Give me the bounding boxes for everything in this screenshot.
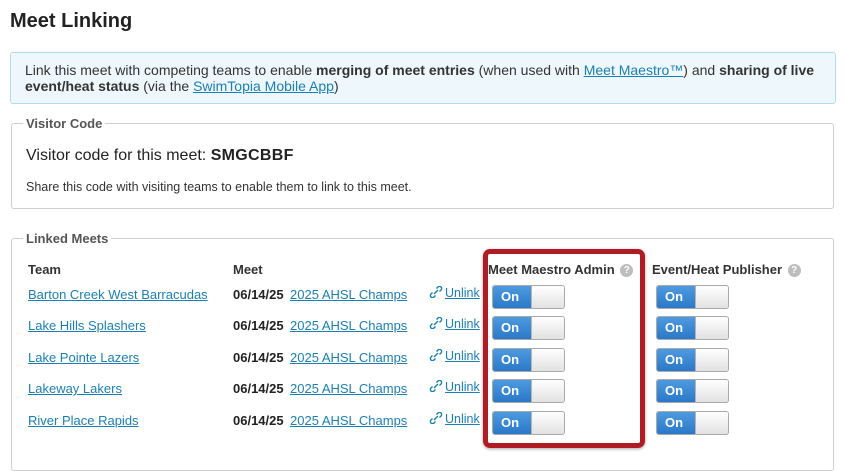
toggle-state: On: [493, 317, 531, 339]
chain-link-icon: [429, 286, 443, 298]
team-link[interactable]: Barton Creek West Barracudas: [28, 287, 208, 302]
publisher-toggle[interactable]: On: [656, 348, 729, 372]
unlink-label: Unlink: [445, 286, 480, 300]
column-header-mm-admin: Meet Maestro Admin ?: [488, 262, 634, 277]
toggle-state: On: [657, 380, 695, 402]
meet-date: 06/14/25: [233, 381, 284, 396]
info-text: (when used with: [474, 62, 584, 78]
publisher-header-label: Event/Heat Publisher: [652, 262, 783, 277]
toggle-knob: [531, 349, 564, 371]
unlink-label: Unlink: [445, 380, 480, 394]
table-row: Lake Hills Splashers 06/14/25 2025 AHSL …: [0, 316, 844, 344]
column-header-meet: Meet: [233, 262, 263, 277]
unlink-button[interactable]: Unlink: [429, 380, 482, 394]
mm-admin-toggle[interactable]: On: [492, 348, 565, 372]
info-text: Link this meet with competing teams to e…: [25, 62, 317, 78]
toggle-knob: [695, 317, 728, 339]
visitor-code-line: Visitor code for this meet: SMGCBBF: [26, 147, 294, 165]
toggle-state: On: [657, 349, 695, 371]
meet-maestro-link[interactable]: Meet Maestro™: [584, 62, 684, 78]
meet-link[interactable]: 2025 AHSL Champs: [290, 381, 407, 396]
mm-admin-header-label: Meet Maestro Admin: [488, 262, 615, 277]
swimtopia-app-link[interactable]: SwimTopia Mobile App: [193, 78, 334, 94]
meet-link[interactable]: 2025 AHSL Champs: [290, 350, 407, 365]
table-row: Lakeway Lakers 06/14/25 2025 AHSL Champs…: [0, 379, 844, 407]
meet-link[interactable]: 2025 AHSL Champs: [290, 318, 407, 333]
team-link[interactable]: Lake Pointe Lazers: [28, 350, 139, 365]
chain-link-icon: [429, 349, 443, 361]
info-banner: Link this meet with competing teams to e…: [10, 52, 836, 104]
meet-link[interactable]: 2025 AHSL Champs: [290, 413, 407, 428]
toggle-knob: [531, 412, 564, 434]
team-link[interactable]: Lakeway Lakers: [28, 381, 122, 396]
unlink-button[interactable]: Unlink: [429, 317, 482, 331]
chain-link-icon: [429, 380, 443, 392]
publisher-toggle[interactable]: On: [656, 285, 729, 309]
unlink-label: Unlink: [445, 412, 480, 426]
info-text: ) and: [683, 62, 720, 78]
publisher-toggle[interactable]: On: [656, 316, 729, 340]
unlink-button[interactable]: Unlink: [429, 412, 482, 426]
toggle-knob: [695, 286, 728, 308]
unlink-label: Unlink: [445, 349, 480, 363]
publisher-toggle[interactable]: On: [656, 411, 729, 435]
toggle-knob: [695, 349, 728, 371]
page-title: Meet Linking: [10, 10, 133, 32]
mm-admin-toggle[interactable]: On: [492, 316, 565, 340]
visitor-code-label: Visitor code for this meet:: [26, 147, 207, 164]
info-bold-merging: merging of meet entries: [316, 62, 475, 78]
chain-link-icon: [429, 412, 443, 424]
toggle-knob: [695, 380, 728, 402]
toggle-state: On: [657, 317, 695, 339]
toggle-knob: [531, 317, 564, 339]
toggle-knob: [531, 380, 564, 402]
table-row: Barton Creek West Barracudas 06/14/25 20…: [0, 285, 844, 313]
team-link[interactable]: River Place Rapids: [28, 413, 139, 428]
visitor-code-value: SMGCBBF: [210, 147, 294, 164]
unlink-label: Unlink: [445, 317, 480, 331]
visitor-code-legend: Visitor Code: [26, 116, 103, 131]
unlink-button[interactable]: Unlink: [429, 349, 482, 363]
mm-admin-toggle[interactable]: On: [492, 379, 565, 403]
mm-admin-toggle[interactable]: On: [492, 411, 565, 435]
info-text: (via the: [139, 78, 194, 94]
meet-link[interactable]: 2025 AHSL Champs: [290, 287, 407, 302]
table-row: River Place Rapids 06/14/25 2025 AHSL Ch…: [0, 411, 844, 439]
column-header-publisher: Event/Heat Publisher ?: [652, 262, 801, 277]
column-header-team: Team: [28, 262, 61, 277]
meet-date: 06/14/25: [233, 350, 284, 365]
toggle-state: On: [493, 380, 531, 402]
publisher-toggle[interactable]: On: [656, 379, 729, 403]
table-row: Lake Pointe Lazers 06/14/25 2025 AHSL Ch…: [0, 348, 844, 376]
info-text: ): [333, 78, 339, 94]
visitor-code-description: Share this code with visiting teams to e…: [26, 180, 412, 194]
toggle-state: On: [493, 412, 531, 434]
toggle-state: On: [657, 412, 695, 434]
toggle-state: On: [657, 286, 695, 308]
toggle-state: On: [493, 286, 531, 308]
toggle-knob: [695, 412, 728, 434]
toggle-knob: [531, 286, 564, 308]
help-icon[interactable]: ?: [787, 264, 801, 277]
team-link[interactable]: Lake Hills Splashers: [28, 318, 146, 333]
mm-admin-toggle[interactable]: On: [492, 285, 565, 309]
meet-date: 06/14/25: [233, 413, 284, 428]
chain-link-icon: [429, 317, 443, 329]
meet-date: 06/14/25: [233, 318, 284, 333]
meet-date: 06/14/25: [233, 287, 284, 302]
toggle-state: On: [493, 349, 531, 371]
linked-meets-legend: Linked Meets: [26, 231, 109, 246]
unlink-button[interactable]: Unlink: [429, 286, 482, 300]
help-icon[interactable]: ?: [620, 264, 634, 277]
